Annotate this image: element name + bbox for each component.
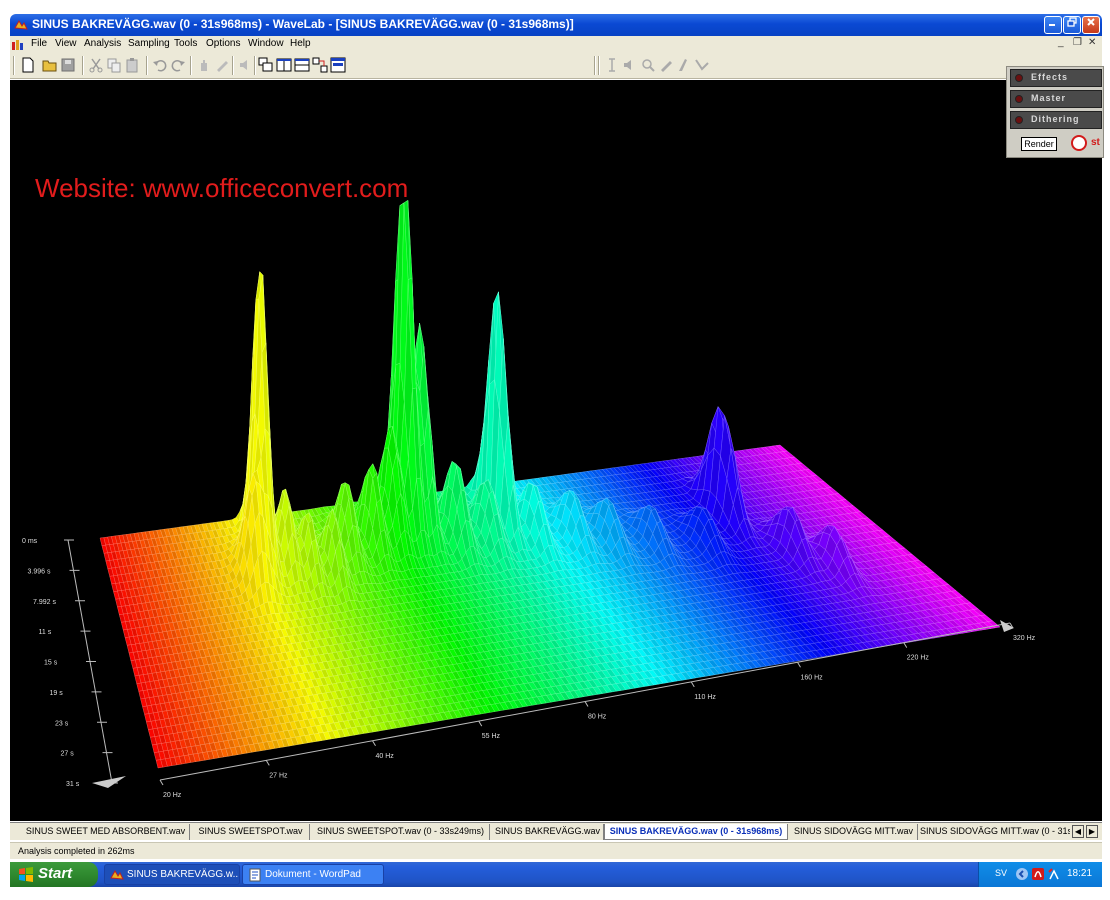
copy-icon[interactable]	[106, 57, 122, 73]
toolbar-separator	[254, 56, 256, 75]
marker-icon[interactable]	[676, 57, 692, 73]
toolbar-separator	[146, 56, 148, 75]
arrange-icon[interactable]	[312, 57, 328, 73]
mdi-close-icon[interactable]: ✕	[1088, 37, 1096, 48]
minimize-icon	[1049, 24, 1055, 26]
menu-sampling[interactable]: Sampling	[128, 38, 170, 49]
document-icon	[12, 40, 23, 50]
text-cursor-icon[interactable]	[604, 57, 620, 73]
menu-view[interactable]: View	[55, 38, 77, 49]
close-icon	[1087, 18, 1095, 26]
surface-mesh	[99, 200, 1001, 769]
tile-horizontal-icon[interactable]	[294, 57, 310, 73]
analysis-display[interactable]: 0 ms 3.996 s 7.992 s 11 s 15 s 19 s 23 s 27 s 31…	[10, 80, 1102, 821]
menu-window[interactable]: Window	[248, 38, 284, 49]
draw-pencil-icon[interactable]	[658, 57, 674, 73]
cut-icon[interactable]	[88, 57, 104, 73]
menu-options[interactable]: Options	[206, 38, 240, 49]
toolbar-separator	[232, 56, 234, 75]
pencil-icon[interactable]	[214, 57, 230, 73]
window-title: SINUS BAKREVÄGG.wav (0 - 31s968ms) - Wav…	[32, 17, 574, 31]
hand-icon[interactable]	[196, 57, 212, 73]
mdi-restore-icon[interactable]: ❐	[1073, 37, 1082, 48]
toolbar-separator	[190, 56, 192, 75]
envelope-tool-icon[interactable]	[694, 57, 710, 73]
menu-analysis[interactable]: Analysis	[84, 38, 121, 49]
toolbar-separator	[13, 56, 15, 75]
restore-icon	[1067, 17, 1077, 27]
toolbar-separator	[82, 56, 84, 75]
undo-icon[interactable]	[152, 57, 168, 73]
zoom-icon[interactable]	[640, 57, 656, 73]
save-icon[interactable]	[60, 57, 76, 73]
new-file-icon[interactable]	[20, 57, 36, 73]
tile-vertical-icon[interactable]	[276, 57, 292, 73]
speaker-icon[interactable]	[238, 57, 254, 73]
play-speaker-icon[interactable]	[622, 57, 638, 73]
paste-icon[interactable]	[124, 57, 140, 73]
menu-file[interactable]: File	[31, 38, 47, 49]
toolbar-separator	[594, 56, 596, 75]
menu-bar: File View Analysis Sampling Tools Option…	[10, 36, 1102, 53]
toolbar-separator	[598, 56, 600, 75]
desktop-screen: SINUS BAKREVÄGG.wav (0 - 31s968ms) - Wav…	[0, 0, 1110, 900]
wavelab-logo-icon	[14, 20, 28, 30]
open-folder-icon[interactable]	[42, 57, 58, 73]
title-bar[interactable]: SINUS BAKREVÄGG.wav (0 - 31s968ms) - Wav…	[10, 14, 1102, 36]
restore-button[interactable]	[1063, 16, 1081, 34]
menu-tools[interactable]: Tools	[174, 38, 197, 49]
layout-icon[interactable]	[330, 57, 346, 73]
redo-icon[interactable]	[170, 57, 186, 73]
menu-help[interactable]: Help	[290, 38, 311, 49]
minimize-button[interactable]	[1044, 16, 1062, 34]
mdi-minimize-icon[interactable]: _	[1058, 37, 1064, 48]
toolbar	[10, 53, 1102, 79]
cascade-windows-icon[interactable]	[258, 57, 274, 73]
close-button[interactable]	[1082, 16, 1100, 34]
